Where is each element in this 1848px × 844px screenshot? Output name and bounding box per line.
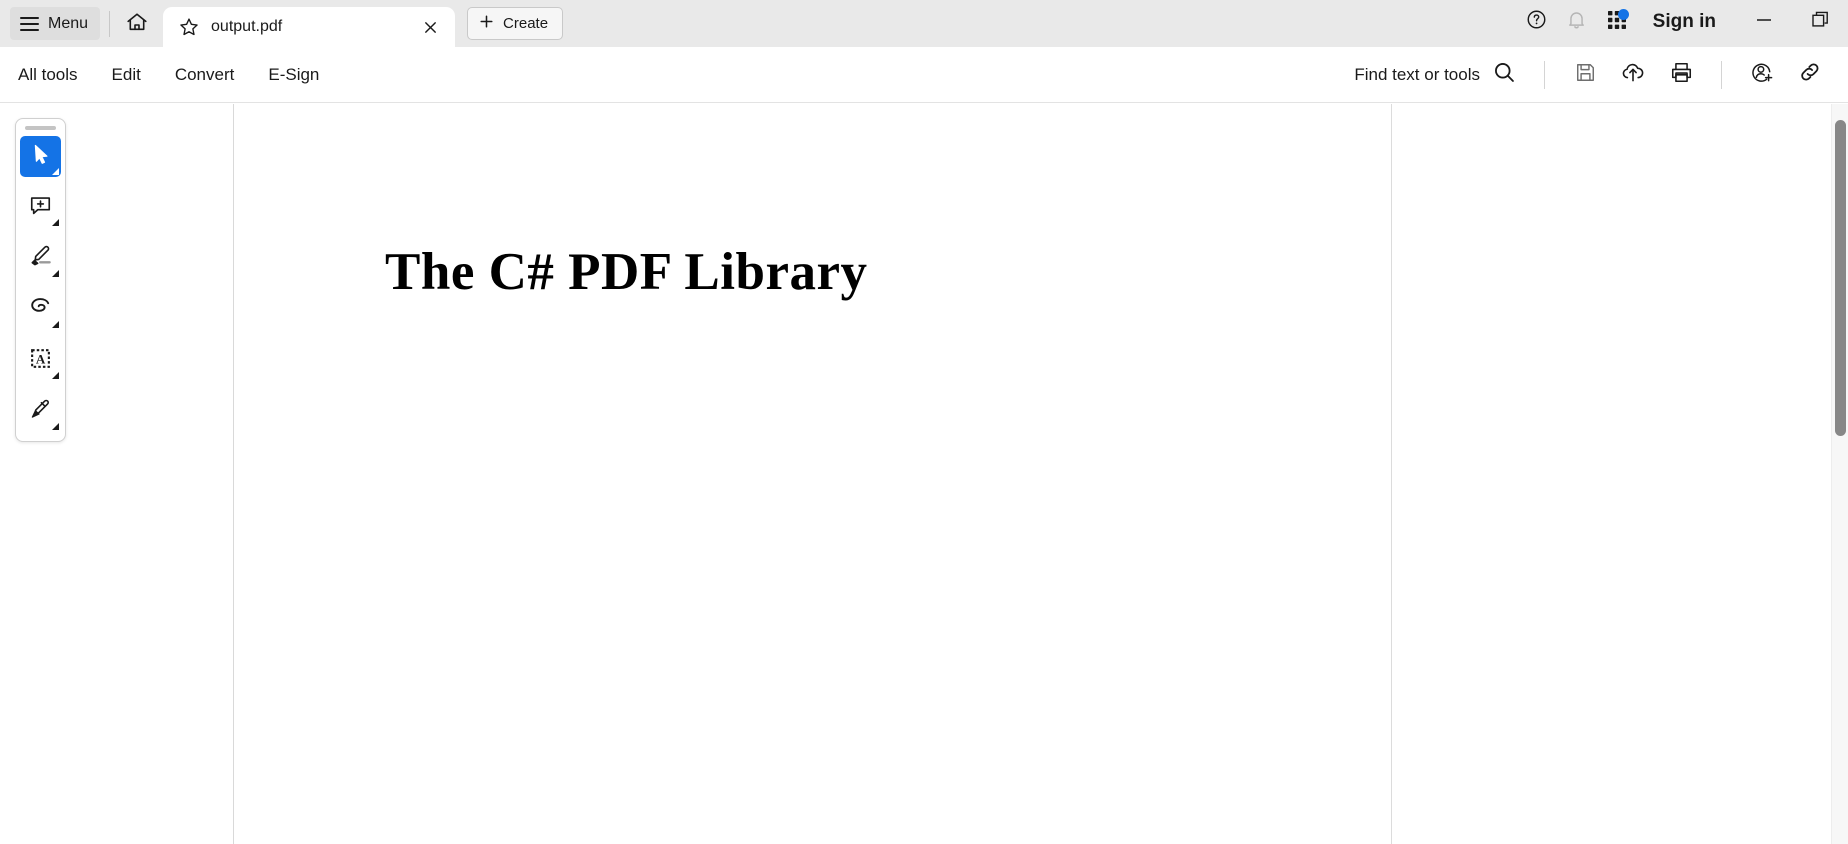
apps-button[interactable] <box>1597 4 1637 40</box>
apps-badge-dot <box>1617 9 1629 20</box>
add-text-tool[interactable]: A <box>20 340 61 381</box>
cursor-arrow-icon <box>29 142 53 171</box>
document-tab-title: output.pdf <box>211 18 283 35</box>
select-tool-caret <box>52 168 59 175</box>
pdf-page: The C# PDF Library <box>234 104 1392 844</box>
comment-tool-caret <box>52 219 59 226</box>
print-icon <box>1669 60 1694 90</box>
toolbar-separator-1 <box>1544 60 1545 89</box>
select-tool[interactable] <box>20 136 61 177</box>
save-button[interactable] <box>1561 53 1609 97</box>
signature-pen-icon <box>28 396 54 427</box>
highlighter-icon <box>28 243 54 274</box>
minimize-button[interactable] <box>1736 2 1792 42</box>
share-link-icon <box>1797 59 1823 90</box>
bell-icon <box>1565 8 1588 36</box>
tab-esign[interactable]: E-Sign <box>268 59 319 91</box>
add-person-button[interactable] <box>1738 53 1786 97</box>
draw-tool-caret <box>52 321 59 328</box>
find-text-or-tools-label[interactable]: Find text or tools <box>1354 65 1480 85</box>
titlebar-divider <box>109 11 111 37</box>
print-button[interactable] <box>1657 53 1705 97</box>
search-button[interactable] <box>1480 53 1528 97</box>
save-icon <box>1574 61 1597 89</box>
add-text-tool-caret <box>52 372 59 379</box>
highlight-tool-caret <box>52 270 59 277</box>
left-gutter-panel: A <box>0 104 234 844</box>
comment-tool[interactable] <box>20 187 61 228</box>
workspace: A The C# PDF Library <box>0 104 1848 844</box>
create-button[interactable]: Create <box>467 7 564 40</box>
add-person-icon <box>1749 59 1775 90</box>
tool-palette: A <box>15 118 66 442</box>
share-link-button[interactable] <box>1786 53 1834 97</box>
add-comment-icon <box>28 193 53 223</box>
menu-button-label: Menu <box>48 14 89 32</box>
sign-tool[interactable] <box>20 391 61 432</box>
tab-edit[interactable]: Edit <box>112 59 141 91</box>
drag-handle[interactable] <box>25 126 56 130</box>
help-button[interactable] <box>1517 4 1557 40</box>
title-bar: Menu output.pdf Create Sign in <box>0 0 1848 47</box>
minimize-icon <box>1753 13 1775 32</box>
plus-icon <box>478 13 495 35</box>
close-icon[interactable] <box>417 14 443 40</box>
toolbar-right-group: Find text or tools <box>1354 53 1848 97</box>
highlight-tool[interactable] <box>20 238 61 279</box>
menu-button[interactable]: Menu <box>10 7 101 40</box>
svg-text:A: A <box>36 351 46 366</box>
search-icon <box>1492 60 1517 90</box>
main-toolbar: All tools Edit Convert E-Sign Find text … <box>0 47 1848 103</box>
draw-tool[interactable] <box>20 289 61 330</box>
create-button-label: Create <box>503 15 549 32</box>
vertical-scrollbar[interactable] <box>1831 104 1848 844</box>
titlebar-right-group: Sign in <box>1517 2 1848 42</box>
sign-tool-caret <box>52 423 59 430</box>
freehand-draw-icon <box>28 294 54 325</box>
restore-button[interactable] <box>1792 2 1848 42</box>
star-icon[interactable] <box>178 16 200 38</box>
document-tab[interactable]: output.pdf <box>163 7 456 47</box>
document-view[interactable]: The C# PDF Library <box>234 104 1848 844</box>
restore-icon <box>1810 9 1831 35</box>
tab-convert[interactable]: Convert <box>175 59 235 91</box>
home-button[interactable] <box>119 7 155 41</box>
hamburger-icon <box>20 16 39 31</box>
sign-in-button[interactable]: Sign in <box>1653 11 1716 33</box>
help-circle-icon <box>1525 8 1548 36</box>
toolbar-separator-2 <box>1721 60 1722 89</box>
page-title: The C# PDF Library <box>385 243 868 301</box>
text-box-icon: A <box>28 346 53 376</box>
cloud-upload-icon <box>1620 59 1646 90</box>
home-icon <box>125 10 149 39</box>
vertical-scroll-thumb[interactable] <box>1835 120 1846 436</box>
notifications-button[interactable] <box>1557 4 1597 40</box>
cloud-upload-button[interactable] <box>1609 53 1657 97</box>
tab-all-tools[interactable]: All tools <box>18 59 78 91</box>
